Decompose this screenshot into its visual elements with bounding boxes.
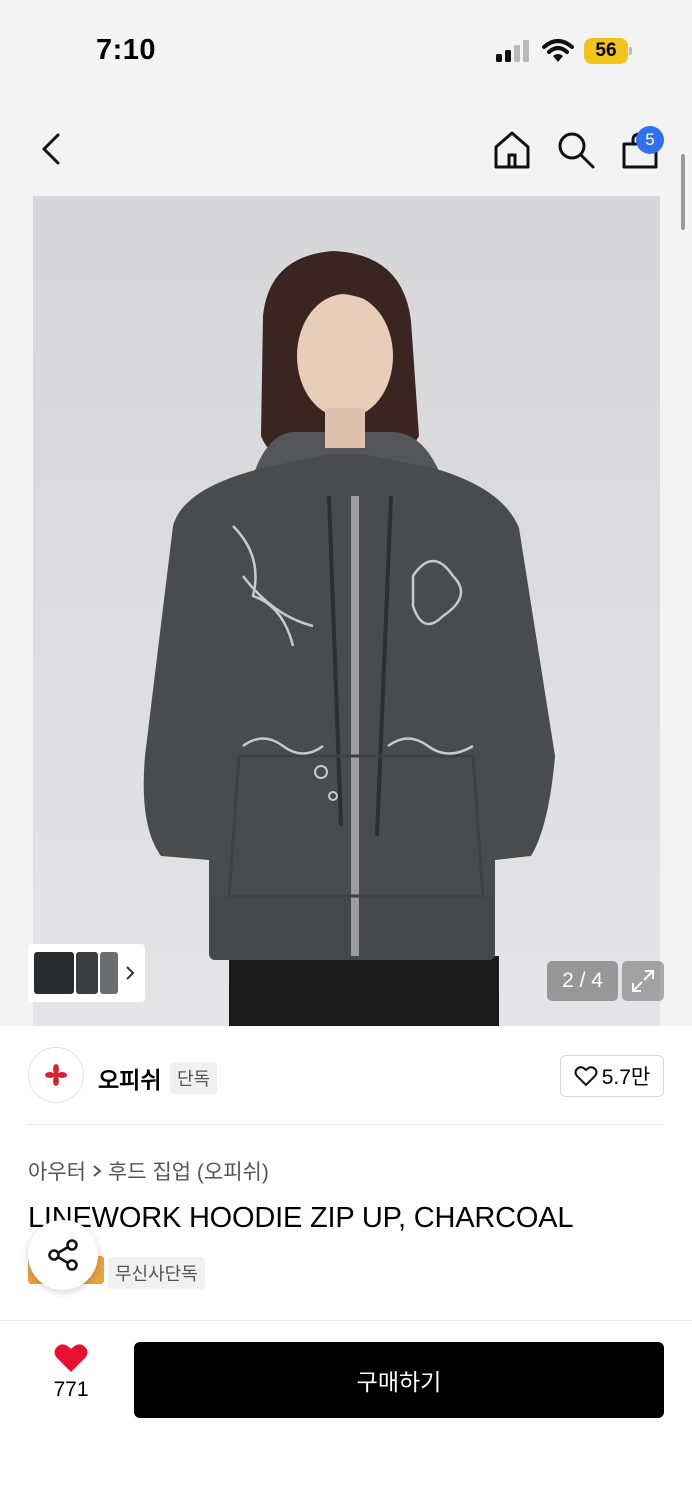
breadcrumb-subcategory[interactable]: 후드 집업 (오피쉬) [108,1156,269,1186]
product-title: LINEWORK HOODIE ZIP UP, CHARCOAL [28,1202,574,1234]
expand-button[interactable] [622,961,664,1001]
chevron-right-icon[interactable] [124,965,136,981]
home-icon[interactable] [492,130,532,170]
product-gallery[interactable] [0,196,692,1026]
status-bar: 7:10 56 [0,0,692,100]
thumbnail-2[interactable] [76,952,98,994]
brand-exclusive-tag: 단독 [170,1062,218,1094]
search-icon[interactable] [556,130,596,170]
wishlist-count: 771 [53,1378,89,1401]
brand-like-button[interactable]: 5.7만 [560,1055,664,1097]
status-time: 7:10 [96,34,157,66]
model-illustration [143,251,555,1026]
cellular-signal-icon [496,40,532,62]
breadcrumb-category[interactable]: 아우터 [28,1156,86,1186]
share-button[interactable] [28,1220,98,1290]
heart-filled-icon [54,1344,88,1372]
image-counter: 2 / 4 [547,961,618,1001]
battery-level: 56 [584,38,628,64]
chevron-right-icon [93,1165,102,1177]
brand-flower-icon [45,1064,67,1086]
thumbnail-3[interactable] [100,952,118,994]
divider [28,1124,664,1125]
top-navigation [0,100,692,196]
heart-outline-icon [574,1066,598,1087]
scrollbar[interactable] [681,154,685,230]
thumbnail-1[interactable] [34,952,74,994]
cart-count-badge: 5 [636,126,664,154]
brand-logo[interactable] [28,1047,84,1103]
wifi-icon [542,39,574,62]
thumbnail-strip[interactable] [28,944,145,1002]
brand-like-count: 5.7만 [601,1066,651,1089]
wishlist-button[interactable]: 771 [40,1342,102,1412]
product-photo[interactable] [33,196,660,1026]
buy-button[interactable]: 구매하기 [134,1342,664,1418]
brand-name[interactable]: 오피쉬 [98,1061,161,1095]
expand-icon [632,970,654,992]
breadcrumb: 아우터 후드 집업 (오피쉬) [28,1156,269,1186]
share-icon [48,1239,78,1271]
battery-icon: 56 [584,38,632,64]
musinsa-exclusive-tag: 무신사단독 [108,1257,205,1289]
back-arrow-icon[interactable] [38,132,64,166]
